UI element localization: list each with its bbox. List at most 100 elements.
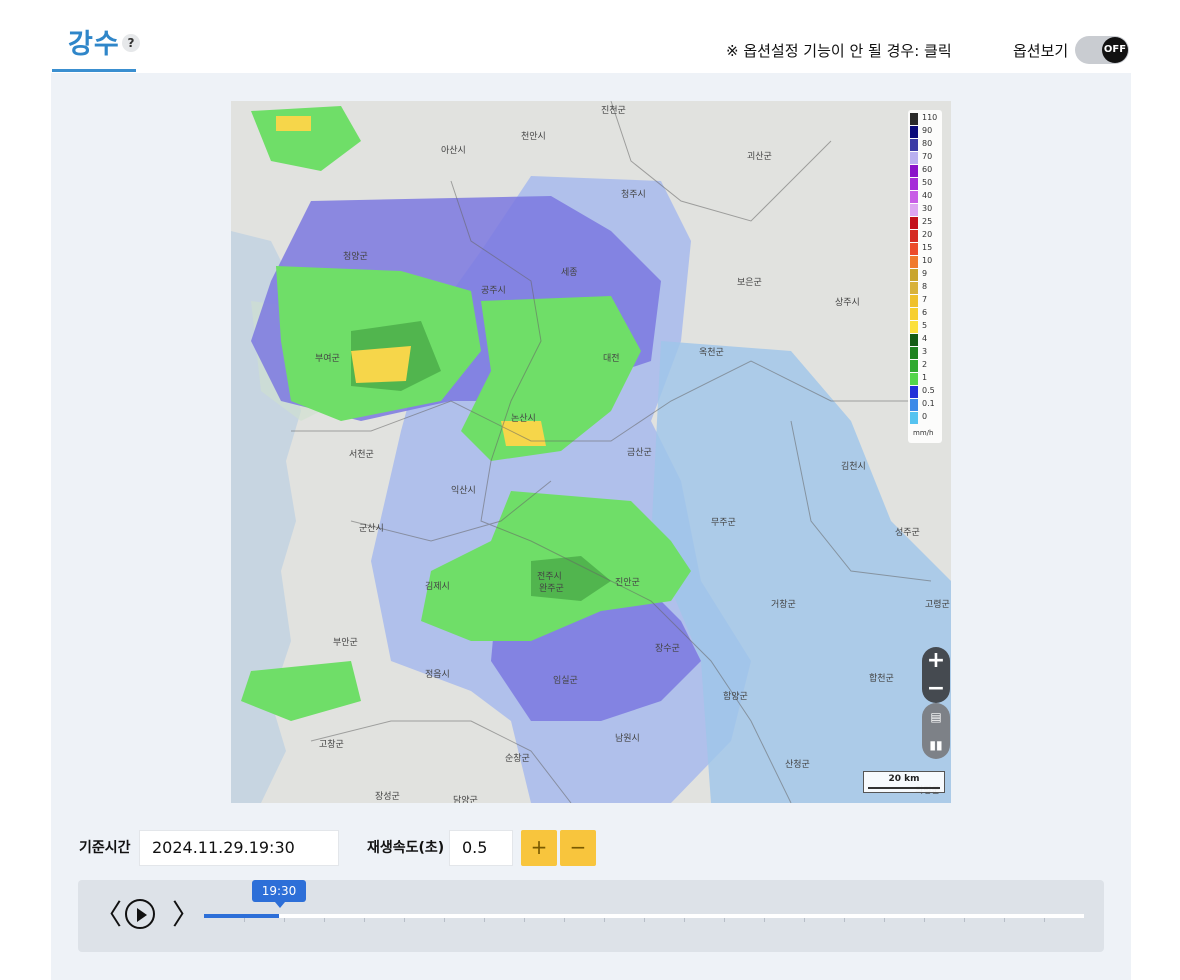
place-label: 천안시 bbox=[521, 132, 546, 142]
tab-title[interactable]: 강수 bbox=[68, 22, 120, 61]
place-label: 고창군 bbox=[319, 740, 344, 750]
place-label: 남원시 bbox=[615, 734, 640, 744]
timeline-tick bbox=[604, 918, 605, 922]
legend-label: 70 bbox=[922, 152, 933, 161]
legend-swatch bbox=[910, 139, 918, 151]
timeline-tick bbox=[684, 918, 685, 922]
ruler-icon[interactable]: ▤ bbox=[922, 703, 950, 731]
legend-label: 4 bbox=[922, 334, 928, 343]
timeline-tick bbox=[524, 918, 525, 922]
timeline-tick bbox=[484, 918, 485, 922]
place-label: 상주시 bbox=[835, 298, 860, 308]
place-label: 옥천군 bbox=[699, 348, 724, 358]
place-label: 임실군 bbox=[553, 676, 578, 686]
map-layers-icon[interactable]: ▮▮ bbox=[922, 731, 950, 759]
place-label: 거창군 bbox=[771, 600, 796, 610]
place-label: 진안군 bbox=[615, 578, 640, 588]
zoom-out-button[interactable]: − bbox=[922, 675, 950, 703]
legend-swatch bbox=[910, 243, 918, 255]
legend-label: 8 bbox=[922, 282, 928, 291]
legend-swatch bbox=[910, 178, 918, 190]
place-label: 부안군 bbox=[333, 638, 358, 648]
radar-map[interactable]: 천안시 진천군 아산시 청주시 괴산군 세종 공주시 청양군 보은군 상주시 부… bbox=[231, 101, 951, 803]
legend-swatch bbox=[910, 165, 918, 177]
timeline-tick bbox=[1044, 918, 1045, 922]
legend-swatch bbox=[910, 191, 918, 203]
place-label: 대전 bbox=[603, 354, 620, 364]
legend-swatch bbox=[910, 334, 918, 346]
legend-swatch bbox=[910, 152, 918, 164]
legend-label: 0 bbox=[922, 412, 928, 421]
place-label: 고령군 bbox=[925, 600, 950, 610]
place-label: 합천군 bbox=[869, 674, 894, 684]
tab-precipitation[interactable]: 강수 ? bbox=[52, 18, 140, 72]
place-label: 장수군 bbox=[655, 644, 680, 654]
legend-label: 20 bbox=[922, 230, 933, 239]
place-label: 부여군 bbox=[315, 354, 340, 364]
place-label: 공주시 bbox=[481, 286, 506, 296]
toggle-knob: OFF bbox=[1102, 37, 1128, 63]
play-icon[interactable] bbox=[125, 899, 155, 929]
place-label: 함양군 bbox=[723, 692, 748, 702]
zoom-control: + − bbox=[922, 647, 950, 703]
legend-label: 80 bbox=[922, 139, 933, 148]
place-label: 장성군 bbox=[375, 792, 400, 802]
place-label: 군산시 bbox=[359, 524, 384, 534]
place-label: 성주군 bbox=[895, 528, 920, 538]
legend-label: 9 bbox=[922, 269, 928, 278]
place-label: 김천시 bbox=[841, 462, 866, 472]
place-label: 순창군 bbox=[505, 754, 530, 764]
legend-label: 5 bbox=[922, 321, 928, 330]
timeline-tick bbox=[444, 918, 445, 922]
legend-swatch bbox=[910, 113, 918, 125]
next-frame-icon[interactable]: 〉 bbox=[172, 900, 200, 930]
speed-decrease-button[interactable]: − bbox=[560, 830, 596, 866]
help-icon[interactable]: ? bbox=[122, 34, 140, 52]
timeline-tick bbox=[804, 918, 805, 922]
place-label: 세종 bbox=[561, 268, 578, 278]
play-speed-input[interactable]: 0.5 bbox=[449, 830, 513, 866]
timeline-slider[interactable] bbox=[204, 914, 1084, 922]
radar-image bbox=[231, 101, 951, 803]
legend-label: 40 bbox=[922, 191, 933, 200]
base-time-input[interactable]: 2024.11.29.19:30 bbox=[139, 830, 339, 866]
option-notice-link[interactable]: ※ 옵션설정 기능이 안 될 경우: 클릭 bbox=[726, 40, 952, 61]
place-label: 괴산군 bbox=[747, 152, 772, 162]
legend-label: 10 bbox=[922, 256, 933, 265]
timeline-tick bbox=[924, 918, 925, 922]
legend-swatch bbox=[910, 256, 918, 268]
legend-label: 15 bbox=[922, 243, 933, 252]
prev-frame-icon[interactable]: 〈 bbox=[94, 900, 122, 930]
place-label: 서천군 bbox=[349, 450, 374, 460]
option-toggle[interactable]: OFF bbox=[1075, 36, 1129, 64]
option-view-label: 옵션보기 bbox=[1013, 42, 1069, 60]
timeline-tick bbox=[884, 918, 885, 922]
place-label: 금산군 bbox=[627, 448, 652, 458]
legend-swatch bbox=[910, 204, 918, 216]
timeline-tick bbox=[564, 918, 565, 922]
legend-label: 25 bbox=[922, 217, 933, 226]
zoom-in-button[interactable]: + bbox=[922, 647, 950, 675]
map-scale: 20 km bbox=[863, 771, 945, 793]
timeline-tick bbox=[284, 918, 285, 922]
timeline-tick bbox=[1004, 918, 1005, 922]
timeline-tick bbox=[364, 918, 365, 922]
place-label: 담양군 bbox=[453, 796, 478, 803]
legend-swatch bbox=[910, 282, 918, 294]
timeline-player: 〈 〉 19:30 bbox=[78, 880, 1104, 952]
legend-swatch bbox=[910, 386, 918, 398]
speed-increase-button[interactable]: + bbox=[521, 830, 557, 866]
legend-label: 2 bbox=[922, 360, 928, 369]
legend-swatch bbox=[910, 269, 918, 281]
legend-swatch bbox=[910, 230, 918, 242]
legend-label: 3 bbox=[922, 347, 928, 356]
place-label: 청주시 bbox=[621, 190, 646, 200]
place-label: 논산시 bbox=[511, 414, 536, 424]
timeline-progress bbox=[204, 914, 279, 918]
legend-swatch bbox=[910, 321, 918, 333]
legend-swatch bbox=[910, 308, 918, 320]
place-label: 아산시 bbox=[441, 146, 466, 156]
place-label: 완주군 bbox=[539, 584, 564, 594]
legend-label: 7 bbox=[922, 295, 928, 304]
legend-swatch bbox=[910, 399, 918, 411]
